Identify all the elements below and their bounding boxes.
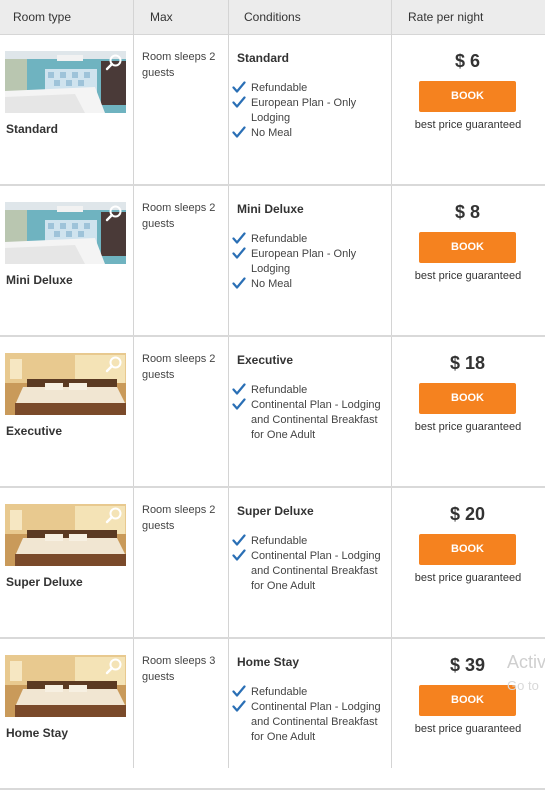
condition-text: Refundable	[251, 82, 308, 94]
condition-text: European Plan - Only Lodging	[251, 248, 357, 275]
room-rates-table: Room type Max Conditions Rate per night …	[0, 0, 545, 790]
condition-item: Refundable	[232, 534, 382, 549]
condition-text: Continental Plan - Lodging and Continent…	[251, 701, 381, 743]
condition-title: Executive	[237, 353, 294, 367]
magnifier-icon[interactable]	[105, 506, 123, 524]
condition-title: Mini Deluxe	[237, 202, 304, 216]
condition-text: European Plan - Only Lodging	[251, 97, 357, 124]
table-row: Home Stay Room sleeps 3 guests Home Stay…	[0, 639, 545, 790]
condition-item: European Plan - Only Lodging	[232, 96, 382, 126]
check-icon	[232, 398, 246, 410]
room-name[interactable]: Home Stay	[6, 726, 68, 740]
best-price-label: best price guaranteed	[414, 572, 522, 584]
room-capacity: Room sleeps 2 guests	[142, 353, 216, 381]
check-icon	[232, 126, 246, 138]
condition-item: Refundable	[232, 81, 382, 96]
best-price-label: best price guaranteed	[414, 421, 522, 433]
condition-item: Refundable	[232, 383, 382, 398]
check-icon	[232, 534, 246, 546]
condition-title: Standard	[237, 51, 290, 65]
condition-text: Continental Plan - Lodging and Continent…	[251, 399, 381, 441]
condition-list: Refundable Continental Plan - Lodging and…	[232, 383, 382, 443]
room-photo[interactable]	[5, 504, 126, 566]
room-price: $ 20	[449, 504, 486, 524]
best-price-label: best price guaranteed	[414, 119, 522, 131]
condition-list: Refundable Continental Plan - Lodging and…	[232, 685, 382, 745]
book-button[interactable]: BOOK	[419, 383, 516, 414]
condition-item: No Meal	[232, 126, 382, 141]
condition-title: Super Deluxe	[237, 504, 314, 518]
check-icon	[232, 81, 246, 93]
room-photo[interactable]	[5, 353, 126, 415]
condition-text: Refundable	[251, 233, 308, 245]
condition-list: Refundable European Plan - Only Lodging No…	[232, 232, 382, 292]
book-button[interactable]: BOOK	[419, 232, 516, 263]
room-price: $ 18	[449, 353, 486, 373]
table-row: Super Deluxe Room sleeps 2 guests Super …	[0, 488, 545, 639]
check-icon	[232, 96, 246, 108]
book-button[interactable]: BOOK	[419, 534, 516, 565]
condition-list: Refundable European Plan - Only Lodging No…	[232, 81, 382, 141]
best-price-label: best price guaranteed	[414, 723, 522, 735]
activation-watermark: Activ	[507, 652, 545, 672]
room-price: $ 8	[454, 202, 481, 222]
check-icon	[232, 549, 246, 561]
check-icon	[232, 247, 246, 259]
room-name[interactable]: Super Deluxe	[6, 575, 83, 589]
condition-item: Refundable	[232, 685, 382, 700]
best-price-label: best price guaranteed	[414, 270, 522, 282]
room-photo[interactable]	[5, 202, 126, 264]
room-capacity: Room sleeps 2 guests	[142, 51, 216, 79]
table-row: Executive Room sleeps 2 guests Executive…	[0, 337, 545, 488]
activation-watermark-sub: Go to	[507, 678, 539, 693]
room-price: $ 6	[454, 51, 481, 71]
condition-list: Refundable Continental Plan - Lodging and…	[232, 534, 382, 594]
book-button[interactable]: BOOK	[419, 81, 516, 112]
condition-text: Refundable	[251, 535, 308, 547]
magnifier-icon[interactable]	[105, 204, 123, 222]
condition-text: No Meal	[251, 278, 292, 290]
room-photo[interactable]	[5, 655, 126, 717]
condition-item: No Meal	[232, 277, 382, 292]
condition-item: European Plan - Only Lodging	[232, 247, 382, 277]
header-rate: Rate per night	[408, 10, 484, 24]
condition-item: Refundable	[232, 232, 382, 247]
magnifier-icon[interactable]	[105, 53, 123, 71]
check-icon	[232, 232, 246, 244]
header-conditions: Conditions	[244, 10, 301, 24]
condition-text: Continental Plan - Lodging and Continent…	[251, 550, 381, 592]
check-icon	[232, 685, 246, 697]
condition-text: No Meal	[251, 127, 292, 139]
header-max: Max	[150, 10, 173, 24]
condition-title: Home Stay	[237, 655, 300, 669]
table-row: Mini Deluxe Room sleeps 2 guests Mini De…	[0, 186, 545, 337]
room-price: $ 39	[449, 655, 486, 675]
book-button[interactable]: BOOK	[419, 685, 516, 716]
condition-item: Continental Plan - Lodging and Continent…	[232, 549, 382, 594]
room-name[interactable]: Standard	[6, 122, 58, 136]
condition-item: Continental Plan - Lodging and Continent…	[232, 398, 382, 443]
table-header: Room type Max Conditions Rate per night	[0, 0, 545, 35]
room-name[interactable]: Mini Deluxe	[6, 273, 73, 287]
room-capacity: Room sleeps 3 guests	[142, 655, 216, 683]
room-capacity: Room sleeps 2 guests	[142, 202, 216, 230]
check-icon	[232, 700, 246, 712]
table-row: Standard Room sleeps 2 guests Standard R…	[0, 35, 545, 186]
check-icon	[232, 383, 246, 395]
room-capacity: Room sleeps 2 guests	[142, 504, 216, 532]
room-name[interactable]: Executive	[6, 424, 62, 438]
header-room-type: Room type	[13, 10, 72, 24]
condition-item: Continental Plan - Lodging and Continent…	[232, 700, 382, 745]
check-icon	[232, 277, 246, 289]
magnifier-icon[interactable]	[105, 355, 123, 373]
condition-text: Refundable	[251, 686, 308, 698]
room-photo[interactable]	[5, 51, 126, 113]
condition-text: Refundable	[251, 384, 308, 396]
magnifier-icon[interactable]	[105, 657, 123, 675]
